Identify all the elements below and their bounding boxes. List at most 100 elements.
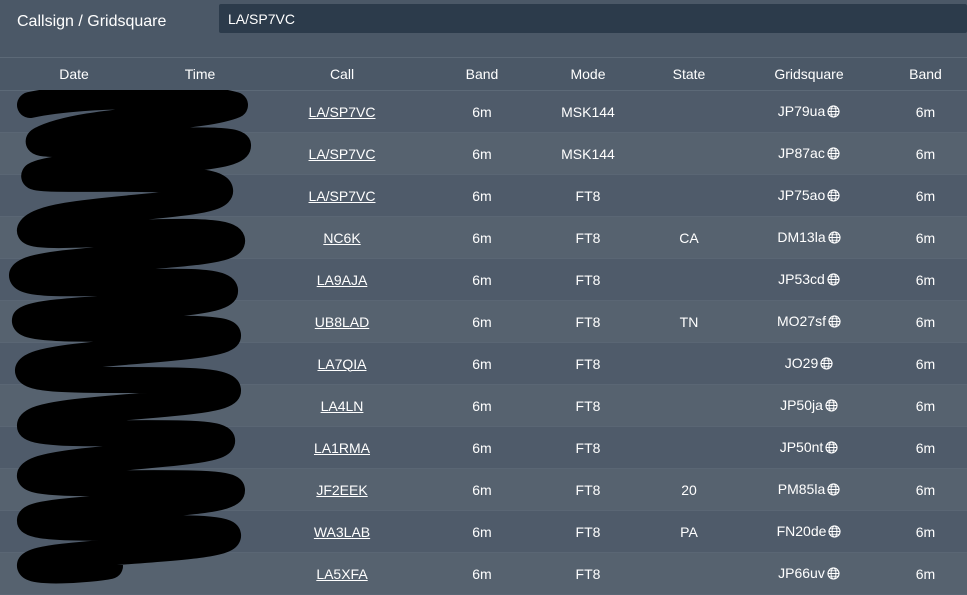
- gridsquare-text: JP66uv: [778, 564, 825, 581]
- cell-time: [148, 90, 252, 133]
- cell-mode: FT8: [532, 426, 644, 469]
- gridsquare-text: MO27sf: [776, 312, 826, 329]
- cell-mode: FT8: [532, 384, 644, 427]
- cell-time: [148, 258, 252, 301]
- cell-date: [0, 132, 148, 175]
- table-row: LA1RMA 6m FT8 JP50nt 6m: [0, 426, 967, 469]
- globe-icon[interactable]: [828, 524, 842, 541]
- cell-band: 6m: [432, 132, 532, 175]
- qso-log-body: LA/SP7VC 6m MSK144 JP79ua 6m LA/SP7VC 6m MSK144…: [0, 90, 967, 595]
- cell-date: [0, 258, 148, 301]
- cell-time: [148, 510, 252, 553]
- cell-state: [644, 258, 734, 301]
- cell-state: TN: [644, 300, 734, 343]
- callsign-link[interactable]: LA/SP7VC: [309, 104, 376, 120]
- cell-band: 6m: [432, 552, 532, 595]
- globe-icon[interactable]: [820, 356, 833, 373]
- cell-band: 6m: [432, 468, 532, 511]
- callsign-link[interactable]: LA7QIA: [317, 356, 366, 372]
- globe-icon[interactable]: [825, 440, 838, 457]
- callsign-search-bar: Callsign / Gridsquare: [0, 0, 967, 57]
- column-header-band[interactable]: Band: [432, 57, 532, 91]
- globe-icon[interactable]: [828, 230, 841, 247]
- cell-time: [148, 468, 252, 511]
- table-header-row: Date Time Call Band Mode State Gridsquar…: [0, 57, 967, 91]
- callsign-link[interactable]: LA/SP7VC: [309, 146, 376, 162]
- cell-gridsquare: PM85la: [734, 468, 884, 511]
- gridsquare-text: JP53cd: [778, 270, 825, 287]
- gridsquare-text: JO29: [784, 354, 819, 371]
- column-header-time[interactable]: Time: [148, 57, 252, 91]
- cell-band-2: 6m: [884, 174, 967, 217]
- cell-band: 6m: [432, 258, 532, 301]
- column-header-band-2[interactable]: Band: [884, 57, 967, 91]
- cell-band: 6m: [432, 174, 532, 217]
- cell-date: [0, 426, 148, 469]
- globe-icon[interactable]: [827, 104, 840, 121]
- globe-icon[interactable]: [827, 146, 840, 163]
- column-header-call[interactable]: Call: [252, 57, 432, 91]
- cell-call: LA/SP7VC: [252, 90, 432, 133]
- cell-state: [644, 132, 734, 175]
- cell-call: NC6K: [252, 216, 432, 259]
- callsign-search-input[interactable]: [219, 4, 967, 33]
- cell-band: 6m: [432, 384, 532, 427]
- column-header-state[interactable]: State: [644, 57, 734, 91]
- cell-mode: FT8: [532, 258, 644, 301]
- cell-time: [148, 552, 252, 595]
- callsign-link[interactable]: UB8LAD: [315, 314, 369, 330]
- callsign-link[interactable]: LA/SP7VC: [309, 188, 376, 204]
- column-header-date[interactable]: Date: [0, 57, 148, 91]
- globe-icon[interactable]: [827, 272, 840, 289]
- globe-icon[interactable]: [827, 482, 840, 499]
- cell-mode: FT8: [532, 216, 644, 259]
- cell-state: PA: [644, 510, 734, 553]
- cell-gridsquare: JP66uv: [734, 552, 884, 595]
- gridsquare-text: JP50nt: [779, 438, 824, 455]
- callsign-link[interactable]: NC6K: [323, 230, 360, 246]
- cell-mode: FT8: [532, 510, 644, 553]
- table-row: UB8LAD 6m FT8 TN MO27sf 6m: [0, 300, 967, 343]
- cell-state: CA: [644, 216, 734, 259]
- cell-date: [0, 510, 148, 553]
- cell-time: [148, 342, 252, 385]
- cell-band-2: 6m: [884, 132, 967, 175]
- callsign-link[interactable]: WA3LAB: [314, 524, 370, 540]
- cell-gridsquare: JP50ja: [734, 384, 884, 427]
- cell-date: [0, 300, 148, 343]
- cell-date: [0, 468, 148, 511]
- cell-band: 6m: [432, 216, 532, 259]
- cell-mode: MSK144: [532, 90, 644, 133]
- callsign-link[interactable]: JF2EEK: [316, 482, 367, 498]
- globe-icon[interactable]: [828, 314, 841, 331]
- callsign-link[interactable]: LA1RMA: [314, 440, 370, 456]
- cell-gridsquare: JP50nt: [734, 426, 884, 469]
- qso-log-table: Date Time Call Band Mode State Gridsquar…: [0, 57, 967, 595]
- cell-mode: FT8: [532, 342, 644, 385]
- gridsquare-text: JP79ua: [777, 102, 826, 119]
- cell-date: [0, 174, 148, 217]
- cell-time: [148, 132, 252, 175]
- globe-icon[interactable]: [827, 566, 840, 583]
- cell-band: 6m: [432, 90, 532, 133]
- callsign-link[interactable]: LA5XFA: [316, 566, 367, 582]
- column-header-gridsquare[interactable]: Gridsquare: [734, 57, 884, 91]
- column-header-mode[interactable]: Mode: [532, 57, 644, 91]
- gridsquare-text: FN20de: [776, 522, 827, 539]
- globe-icon[interactable]: [827, 188, 840, 205]
- gridsquare-text: JP75ao: [777, 186, 826, 203]
- cell-date: [0, 342, 148, 385]
- cell-band: 6m: [432, 426, 532, 469]
- cell-call: UB8LAD: [252, 300, 432, 343]
- cell-state: [644, 342, 734, 385]
- cell-date: [0, 384, 148, 427]
- cell-state: [644, 174, 734, 217]
- cell-call: LA4LN: [252, 384, 432, 427]
- callsign-link[interactable]: LA4LN: [321, 398, 364, 414]
- cell-date: [0, 90, 148, 133]
- table-row: LA/SP7VC 6m FT8 JP75ao 6m: [0, 174, 967, 217]
- cell-band: 6m: [432, 300, 532, 343]
- cell-gridsquare: JO29: [734, 342, 884, 385]
- callsign-link[interactable]: LA9AJA: [317, 272, 368, 288]
- globe-icon[interactable]: [825, 398, 838, 415]
